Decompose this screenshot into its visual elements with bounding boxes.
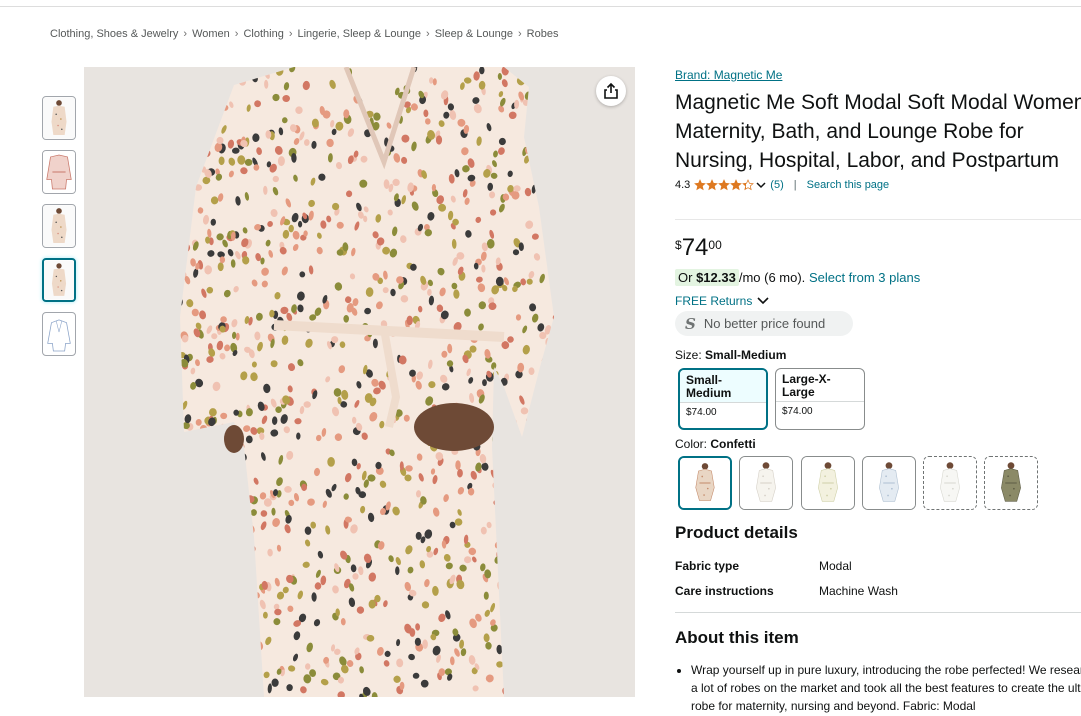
size-selected-value: Small-Medium	[705, 348, 787, 362]
breadcrumb-link[interactable]: Clothing, Shoes & Jewelry	[50, 28, 178, 40]
brand-link[interactable]: Brand: Magnetic Me	[675, 68, 782, 82]
product-details-heading: Product details	[675, 523, 798, 542]
swatch-image	[680, 458, 730, 508]
thumbnail-1[interactable]	[42, 96, 76, 140]
thumbnail-4[interactable]	[42, 258, 76, 302]
breadcrumb-link[interactable]: Women	[192, 28, 230, 40]
breadcrumb-separator: ›	[234, 28, 239, 40]
breadcrumb-link[interactable]: Lingerie, Sleep & Lounge	[297, 28, 421, 40]
robe-model-image	[43, 97, 75, 139]
price: $ 74 00	[675, 234, 722, 262]
top-divider	[0, 6, 1081, 7]
price-whole: 74	[681, 234, 709, 261]
no-better-price-badge: S No better price found	[675, 311, 853, 336]
price-fraction: 00	[708, 238, 722, 252]
main-product-image[interactable]	[84, 67, 635, 697]
about-heading: About this item	[675, 628, 799, 647]
monthly-payment: Or $12.33/mo (6 mo). Select from 3 plans	[675, 269, 920, 286]
divider	[675, 612, 1081, 613]
detail-value: Modal	[819, 559, 852, 573]
color-swatch-confetti[interactable]	[678, 456, 732, 510]
divider	[675, 219, 1081, 220]
monthly-badge: Or $12.33	[675, 269, 739, 286]
star-icon	[742, 179, 755, 191]
savings-icon: S	[685, 314, 696, 333]
swatch-image	[863, 457, 915, 509]
breadcrumb-separator: ›	[518, 28, 522, 40]
chevron-down-icon[interactable]	[756, 181, 766, 189]
breadcrumb-separator: ›	[426, 28, 430, 40]
swatch-image	[924, 457, 976, 509]
thumbnail-2[interactable]	[42, 150, 76, 194]
color-swatch-light-blue[interactable]	[862, 456, 916, 510]
robe-sketch-image	[47, 319, 71, 352]
swatch-image	[802, 457, 854, 509]
about-bullet: Wrap yourself up in pure luxury, introdu…	[691, 661, 1081, 715]
monthly-suffix: /mo (6 mo).	[738, 270, 806, 285]
size-option[interactable]: Large-X- Large $74.00	[775, 368, 865, 430]
star-icon	[718, 179, 731, 191]
size-option-price: $74.00	[776, 401, 864, 421]
size-label-prefix: Size:	[675, 348, 702, 362]
swatch-image	[740, 457, 792, 509]
star-icon	[730, 179, 743, 191]
breadcrumb-separator: ›	[183, 28, 188, 40]
rating-count-link[interactable]: (5)	[770, 179, 783, 191]
detail-value: Machine Wash	[819, 584, 898, 598]
color-swatch-cream[interactable]	[801, 456, 855, 510]
detail-key: Fabric type	[675, 559, 740, 573]
free-returns-label: FREE Returns	[675, 294, 753, 308]
breadcrumb-link[interactable]: Sleep & Lounge	[435, 28, 513, 40]
price-symbol: $	[675, 238, 682, 252]
rating-value: 4.3	[675, 179, 691, 191]
breadcrumb-separator: ›	[288, 28, 293, 40]
search-this-page-link[interactable]: Search this page	[807, 179, 890, 191]
color-selected-value: Confetti	[710, 437, 756, 451]
free-returns-link[interactable]: FREE Returns	[675, 294, 770, 308]
color-swatch-white-2[interactable]	[923, 456, 977, 510]
color-label: Color: Confetti	[675, 437, 756, 451]
robe-flat-image	[43, 151, 75, 193]
no-better-price-text: No better price found	[703, 316, 826, 331]
color-swatch-white-1[interactable]	[739, 456, 793, 510]
monthly-amount: $12.33	[696, 270, 736, 285]
star-icon	[706, 179, 719, 191]
robe-model-image	[43, 205, 75, 247]
chevron-down-icon	[757, 297, 769, 305]
size-option-name: Large-X- Large	[782, 372, 831, 399]
rating-row: 4.3 (5) | Search this page	[675, 179, 1081, 191]
product-title: Magnetic Me Soft Modal Soft Modal Women'…	[675, 91, 1081, 172]
robe-model-image	[44, 260, 74, 300]
size-option[interactable]: Small- Medium $74.00	[678, 368, 768, 430]
size-option-name: Small- Medium	[680, 370, 766, 402]
separator: |	[793, 179, 797, 191]
breadcrumb-link[interactable]: Robes	[527, 28, 559, 40]
model-hand	[414, 403, 494, 451]
color-swatch-olive[interactable]	[984, 456, 1038, 510]
share-button[interactable]	[596, 76, 626, 106]
select-plans-link[interactable]: Select from 3 plans	[809, 270, 920, 285]
star-icon	[694, 179, 707, 191]
product-info: Brand: Magnetic Me Magnetic Me Soft Moda…	[675, 66, 1081, 191]
robe-photo	[84, 67, 635, 697]
size-option-price: $74.00	[680, 402, 766, 422]
about-bullets: Wrap yourself up in pure luxury, introdu…	[675, 661, 1081, 715]
breadcrumb-link[interactable]: Clothing	[243, 28, 283, 40]
thumbnail-5[interactable]	[42, 312, 76, 356]
breadcrumb: Clothing, Shoes & Jewelry › Women › Clothing…	[50, 28, 558, 40]
color-label-prefix: Color:	[675, 437, 708, 451]
model-left-hand	[224, 425, 244, 453]
monthly-prefix: Or	[678, 270, 693, 285]
detail-key: Care instructions	[675, 584, 774, 598]
share-icon	[604, 82, 618, 99]
star-rating[interactable]	[694, 179, 755, 191]
size-label: Size: Small-Medium	[675, 348, 786, 362]
thumbnail-3[interactable]	[42, 204, 76, 248]
swatch-image	[985, 457, 1037, 509]
